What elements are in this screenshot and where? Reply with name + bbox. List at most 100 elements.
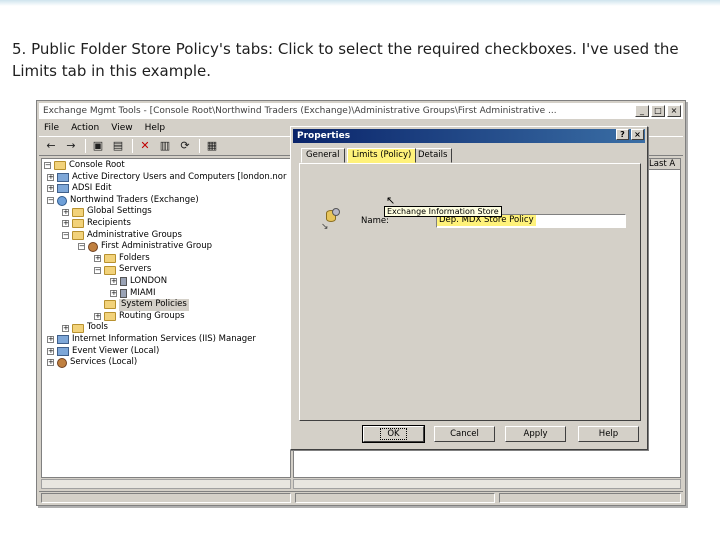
expand-icon[interactable]: +	[47, 185, 54, 193]
menu-file[interactable]: File	[39, 121, 66, 135]
collapse-icon[interactable]: −	[78, 243, 85, 251]
folder-icon	[104, 300, 116, 310]
menu-help[interactable]: Help	[140, 121, 173, 135]
tree-item-label: Global Settings	[87, 206, 152, 217]
tree-item-label: Routing Groups	[119, 310, 185, 321]
tree-item-northwind[interactable]: − Northwind Traders (Exchange)	[42, 195, 290, 207]
folder-icon	[72, 219, 84, 229]
collapse-icon[interactable]: −	[44, 162, 51, 170]
expand-icon[interactable]: +	[62, 324, 69, 332]
tree-item-event-viewer[interactable]: + Event Viewer (Local)	[42, 346, 290, 358]
details-horizontal-scrollbar[interactable]	[293, 479, 681, 489]
folder-icon	[104, 312, 116, 322]
tree-item-console-root[interactable]: − Console Root	[42, 160, 290, 172]
tree-item-label: Recipients	[87, 217, 131, 228]
tree-item-label: First Administrative Group	[101, 241, 213, 252]
tree-item-label: Active Directory Users and Computers [lo…	[72, 171, 287, 182]
tree-item-recipients[interactable]: + Recipients	[42, 218, 290, 230]
tree-horizontal-scrollbar[interactable]	[41, 479, 291, 489]
collapse-icon[interactable]: −	[62, 231, 69, 239]
column-header-last[interactable]: Last A	[646, 159, 680, 170]
mouse-cursor-icon: ↖	[386, 194, 396, 207]
dialog-help-button[interactable]: ?	[616, 129, 629, 140]
event-viewer-icon	[57, 346, 69, 356]
folder-icon	[54, 161, 66, 171]
collapse-icon[interactable]: −	[94, 266, 101, 274]
tooltip: Exchange Information Store	[384, 206, 502, 217]
exchange-org-icon	[57, 195, 67, 206]
expand-icon[interactable]: +	[110, 289, 117, 297]
folder-icon	[72, 207, 84, 217]
tree-item-london[interactable]: + LONDON	[42, 276, 290, 288]
mmc-title: Exchange Mgmt Tools - [Console Root\Nort…	[43, 106, 557, 116]
expand-icon[interactable]: +	[47, 336, 54, 344]
close-button[interactable]: ×	[667, 105, 681, 117]
ok-button[interactable]: OK	[362, 425, 425, 443]
mmc-titlebar: Exchange Mgmt Tools - [Console Root\Nort…	[39, 103, 683, 119]
folder-icon	[104, 265, 116, 275]
store-policy-icon	[326, 208, 340, 222]
show-tree-icon[interactable]: ▤	[110, 138, 126, 154]
directory-icon	[57, 172, 69, 182]
expand-icon[interactable]: +	[110, 278, 117, 286]
properties-icon[interactable]: ▥	[157, 138, 173, 154]
forward-icon[interactable]: →	[63, 138, 79, 154]
expand-icon[interactable]: +	[62, 208, 69, 216]
expand-icon[interactable]: +	[62, 220, 69, 228]
minimize-button[interactable]: _	[635, 105, 649, 117]
apply-button[interactable]: Apply	[505, 426, 566, 442]
tree-item-label: Administrative Groups	[87, 229, 182, 240]
menu-view[interactable]: View	[106, 121, 139, 135]
help-icon[interactable]: ▦	[204, 138, 220, 154]
tree-item-miami[interactable]: + MIAMI	[42, 288, 290, 300]
expand-icon[interactable]: +	[47, 359, 54, 367]
tree-item-adsi-edit[interactable]: + ADSI Edit	[42, 183, 290, 195]
back-icon[interactable]: ←	[43, 138, 59, 154]
help-button[interactable]: Help	[578, 426, 639, 442]
tree-item-servers[interactable]: − Servers	[42, 264, 290, 276]
dialog-title: Properties	[293, 129, 645, 143]
restore-button[interactable]: □	[651, 105, 665, 117]
delete-icon[interactable]: ✕	[137, 138, 153, 154]
tree-item-system-policies[interactable]: System Policies	[42, 299, 290, 311]
tree-item-label: Servers	[119, 264, 152, 275]
tree-item-iis-manager[interactable]: + Internet Information Services (IIS) Ma…	[42, 334, 290, 346]
menu-action[interactable]: Action	[66, 121, 106, 135]
admin-group-icon	[88, 241, 98, 252]
expand-icon[interactable]: +	[47, 347, 54, 355]
status-cell	[499, 493, 681, 503]
expand-icon[interactable]: +	[94, 313, 101, 321]
tab-limits-policy[interactable]: Limits (Policy)	[347, 148, 417, 163]
tree-item-aduc[interactable]: + Active Directory Users and Computers […	[42, 172, 290, 184]
tree-item-routing-groups[interactable]: + Routing Groups	[42, 311, 290, 323]
tab-general[interactable]: General	[301, 148, 345, 163]
tree-item-tools[interactable]: + Tools	[42, 322, 290, 334]
tree-item-label: Services (Local)	[70, 357, 138, 368]
tab-details[interactable]: Details	[413, 148, 453, 163]
tree-item-global-settings[interactable]: + Global Settings	[42, 206, 290, 218]
tree-item-first-admin-group[interactable]: − First Administrative Group	[42, 241, 290, 253]
ok-label: OK	[380, 428, 407, 440]
tree-item-label: MIAMI	[130, 287, 156, 298]
refresh-icon[interactable]: ⟳	[177, 138, 193, 154]
collapse-icon[interactable]: −	[47, 197, 54, 205]
tree-item-label: LONDON	[130, 275, 168, 286]
expand-icon[interactable]: +	[47, 173, 54, 181]
tree-item-folders[interactable]: + Folders	[42, 253, 290, 265]
name-label: Name:	[361, 216, 389, 226]
up-folder-icon[interactable]: ▣	[90, 138, 106, 154]
properties-dialog: Properties ? × General Limits (Policy) D…	[290, 126, 648, 450]
tree-item-services[interactable]: + Services (Local)	[42, 357, 290, 369]
dialog-close-button[interactable]: ×	[631, 129, 644, 140]
server-icon	[120, 277, 127, 287]
tree-item-label: Northwind Traders (Exchange)	[70, 194, 199, 205]
expand-icon[interactable]: +	[94, 255, 101, 263]
tree-item-administrative-groups[interactable]: − Administrative Groups	[42, 230, 290, 242]
adsi-icon	[57, 184, 69, 194]
tab-panel: ↘ Name: Dep. MDX Store Policy Exchange I…	[299, 163, 641, 421]
toolbar-separator	[85, 139, 86, 153]
status-cell	[295, 493, 495, 503]
cancel-button[interactable]: Cancel	[434, 426, 495, 442]
slide-top-rule	[0, 0, 720, 6]
